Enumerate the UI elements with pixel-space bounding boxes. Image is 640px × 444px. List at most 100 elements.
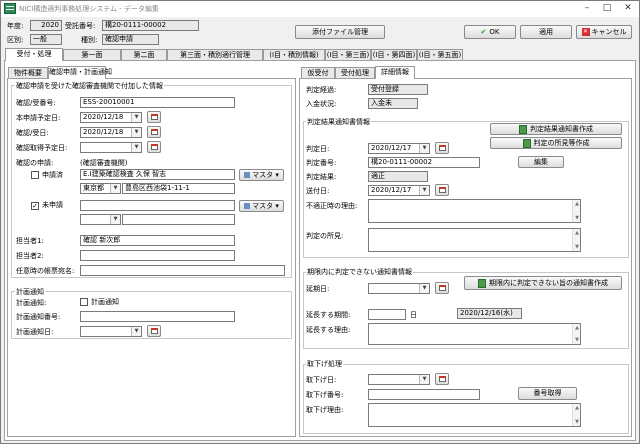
person1-input[interactable]: 確認 新次郎 <box>80 235 235 246</box>
chevron-down-icon[interactable]: ▼ <box>110 215 120 224</box>
person2-input[interactable] <box>80 250 235 261</box>
chevron-down-icon[interactable]: ▼ <box>419 186 429 195</box>
chevron-down-icon[interactable]: ▼ <box>131 327 141 336</box>
category-field: 一般 <box>30 34 62 45</box>
extend-period-unit: 日 <box>410 311 417 319</box>
tab-reception[interactable]: 受付・処理 <box>5 48 63 61</box>
plan-notice-no-input[interactable] <box>80 311 235 322</box>
unfit-reason-label: 不適正時の理由: <box>306 202 358 210</box>
confirm-recv-calendar-button[interactable] <box>147 126 161 138</box>
scroll-down-icon[interactable]: ▼ <box>573 337 581 343</box>
withdraw-date-label: 取下げ日: <box>306 376 337 384</box>
extend-end-field: 2020/12/16(水) <box>457 308 522 319</box>
send-date-input[interactable]: 2020/12/17 ▼ <box>368 185 430 196</box>
attach-file-button[interactable]: 添付ファイル管理 <box>295 25 385 39</box>
extend-period-label: 延長する期間: <box>306 311 351 319</box>
scroll-up-icon[interactable]: ▲ <box>573 405 581 411</box>
judge-date-value: 2020/12/17 <box>371 144 412 152</box>
extend-date-input[interactable]: ▼ <box>368 283 430 294</box>
cancel-x-icon: ✕ <box>581 28 590 36</box>
send-date-calendar-button[interactable] <box>435 184 449 196</box>
unfit-reason-textarea[interactable]: ▲ ▼ <box>368 199 581 223</box>
applied-pref-select[interactable]: 東京都 ▼ <box>80 183 121 194</box>
calendar-icon <box>151 144 158 150</box>
withdraw-no-input[interactable] <box>368 389 480 400</box>
cancel-button[interactable]: ✕ キャンセル <box>576 25 632 39</box>
extend-notice-button[interactable]: 期限内に判定できない旨の通知書作成 <box>464 276 622 290</box>
applied-pref-value: 東京都 <box>83 184 104 192</box>
confirm-get-calendar-button[interactable] <box>147 141 161 153</box>
apply-button[interactable]: 適用 <box>520 25 572 39</box>
plan-notice-checkbox[interactable] <box>80 298 88 306</box>
unapplied-addr-field[interactable] <box>122 214 235 225</box>
scrollbar[interactable]: ▲ ▼ <box>572 200 580 222</box>
confirm-get-label: 確認取得予定日: <box>16 144 68 152</box>
confirm-recv-label: 確認/受日: <box>16 129 49 137</box>
scroll-up-icon[interactable]: ▲ <box>573 230 581 236</box>
confirm-no-input[interactable]: ESS-20010001 <box>80 97 235 108</box>
applied-addr-field[interactable]: 豊島区西池袋1-11-1 <box>122 183 235 194</box>
document-icon <box>522 138 531 148</box>
scroll-up-icon[interactable]: ▲ <box>573 325 581 331</box>
applied-org-field[interactable]: E.I建築確認検査 久保 智志 <box>80 169 235 180</box>
plan-date-calendar-button[interactable] <box>147 111 161 123</box>
scrollbar[interactable]: ▲ ▼ <box>572 229 580 251</box>
confirm-recv-input[interactable]: 2020/12/18 ▼ <box>80 127 142 138</box>
judge-no-input[interactable]: 構20-0111-00002 <box>368 157 480 168</box>
extend-period-input[interactable] <box>368 309 406 320</box>
master-button-1[interactable]: マスタ ▾ <box>239 169 284 181</box>
chevron-down-icon[interactable]: ▼ <box>131 113 141 122</box>
tab-detail[interactable]: 詳細情報 <box>375 66 415 79</box>
scroll-down-icon[interactable]: ▼ <box>573 244 581 250</box>
create-opinion-button[interactable]: 判定の所見等作成 <box>490 137 622 149</box>
calendar-icon <box>439 187 446 193</box>
year-label: 年度: <box>7 22 24 30</box>
close-icon[interactable]: ✕ <box>617 1 639 15</box>
ledger-input[interactable] <box>80 265 285 276</box>
applied-checkbox[interactable] <box>31 171 39 179</box>
scroll-down-icon[interactable]: ▼ <box>573 419 581 425</box>
withdraw-reason-textarea[interactable]: ▲ ▼ <box>368 403 581 427</box>
chevron-down-icon[interactable]: ▼ <box>131 143 141 152</box>
confirm-info-group-title: 確認申請を受けた確認審査機関で付加した情報 <box>15 81 164 91</box>
scroll-down-icon[interactable]: ▼ <box>573 215 581 221</box>
unapplied-checkbox[interactable]: ✓ <box>31 202 39 210</box>
unapplied-org-field[interactable] <box>80 200 235 211</box>
scrollbar[interactable]: ▲ ▼ <box>572 324 580 344</box>
plan-notice-date-input[interactable]: ▼ <box>80 326 142 337</box>
chevron-down-icon[interactable]: ▼ <box>110 184 120 193</box>
person2-label: 担当者2: <box>16 252 44 260</box>
maximize-icon[interactable]: □ <box>597 1 617 15</box>
ok-button[interactable]: ✔ OK <box>464 25 516 39</box>
master-button-label: マスタ <box>252 171 274 179</box>
master-button-2[interactable]: マスタ ▾ <box>239 200 284 212</box>
category-label: 区別: <box>7 36 24 44</box>
plan-notice-label: 計画通知: <box>16 299 47 307</box>
person1-label: 担当者1: <box>16 237 44 245</box>
chevron-down-icon[interactable]: ▼ <box>131 128 141 137</box>
withdraw-date-calendar-button[interactable] <box>435 373 449 385</box>
extend-date-calendar-button[interactable] <box>435 282 449 294</box>
chevron-down-icon[interactable]: ▼ <box>419 375 429 384</box>
confirm-recv-value: 2020/12/18 <box>83 128 124 136</box>
get-number-button[interactable]: 番号取得 <box>518 387 577 400</box>
minimize-icon[interactable]: – <box>577 1 597 15</box>
chevron-down-icon[interactable]: ▼ <box>419 284 429 293</box>
plan-notice-calendar-button[interactable] <box>147 325 161 337</box>
withdraw-date-input[interactable]: ▼ <box>368 374 430 385</box>
scroll-up-icon[interactable]: ▲ <box>573 201 581 207</box>
extend-reason-textarea[interactable]: ▲ ▼ <box>368 323 581 345</box>
opinion-textarea[interactable]: ▲ ▼ <box>368 228 581 252</box>
judge-date-calendar-button[interactable] <box>435 142 449 154</box>
unapplied-pref-select[interactable]: ▼ <box>80 214 121 225</box>
ledger-label: 任意時の帳票宛名: <box>16 267 75 275</box>
create-notice-button[interactable]: 判定結果通知書作成 <box>490 123 622 135</box>
tab-confirm-app[interactable]: 確認申請・計画通知 <box>48 66 112 79</box>
edit-button[interactable]: 編集 <box>518 156 564 168</box>
status-field: 受付登録 <box>368 84 428 95</box>
chevron-down-icon[interactable]: ▼ <box>419 144 429 153</box>
scrollbar[interactable]: ▲ ▼ <box>572 404 580 426</box>
confirm-get-input[interactable]: ▼ <box>80 142 142 153</box>
judge-date-input[interactable]: 2020/12/17 ▼ <box>368 143 430 154</box>
plan-date-input[interactable]: 2020/12/18 ▼ <box>80 112 142 123</box>
